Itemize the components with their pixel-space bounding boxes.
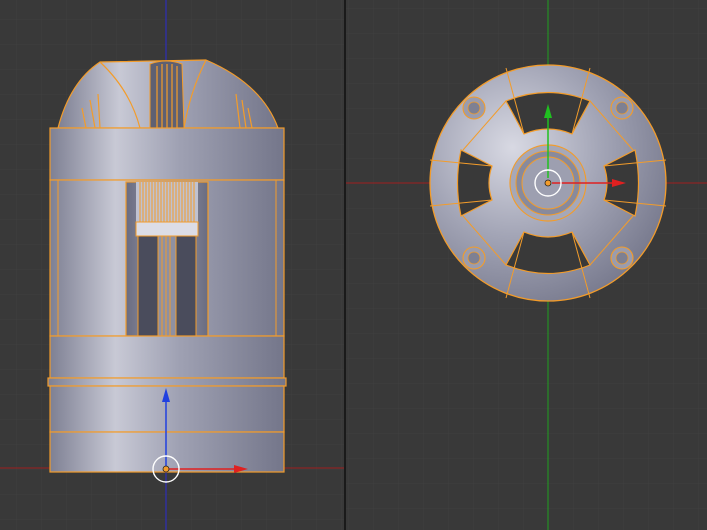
viewport-top-ortho[interactable] (346, 0, 707, 530)
3d-workspace (0, 0, 707, 530)
viewport-top-canvas[interactable] (346, 0, 707, 530)
viewport-front-ortho[interactable] (0, 0, 344, 530)
mesh-object-front[interactable] (47, 59, 287, 473)
object-origin-icon (162, 465, 170, 473)
object-origin-icon (544, 179, 552, 187)
viewport-front-canvas[interactable] (0, 0, 344, 530)
